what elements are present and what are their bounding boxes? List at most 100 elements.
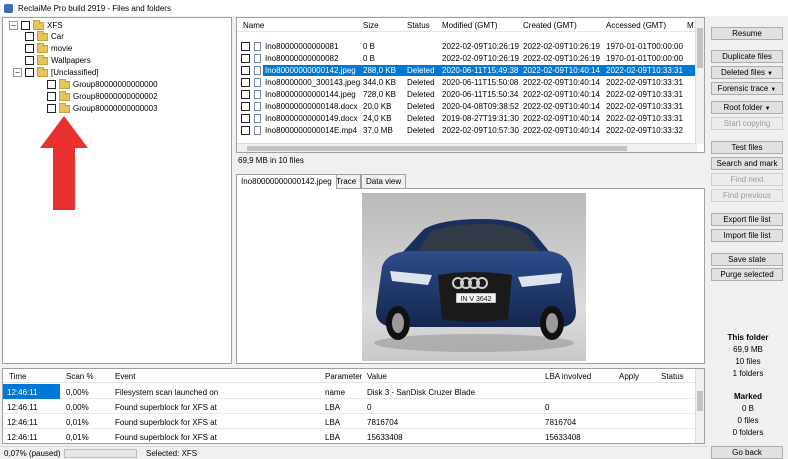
tree-node-car[interactable]: Car	[25, 30, 64, 42]
scroll-thumb[interactable]	[697, 391, 703, 411]
scroll-thumb[interactable]	[247, 146, 627, 151]
tab-data-view[interactable]: Data view	[361, 174, 407, 188]
column-header-m[interactable]: M	[687, 21, 694, 30]
forensic-trace-dropdown[interactable]: Forensic trace ▼	[711, 82, 783, 95]
license-plate: IN V 3642	[460, 296, 491, 303]
tree-checkbox[interactable]	[25, 68, 34, 77]
tree-checkbox[interactable]	[21, 21, 30, 30]
row-checkbox[interactable]	[241, 42, 250, 51]
row-checkbox[interactable]	[241, 126, 250, 135]
tree-node-group-3[interactable]: Group80000000000003	[47, 102, 158, 114]
test-files-button[interactable]: Test files	[711, 141, 783, 154]
tree-node-group-0[interactable]: Group80000000000000	[47, 78, 158, 90]
find-previous-button[interactable]: Find previous	[711, 189, 783, 202]
tree-node-label: movie	[51, 44, 73, 53]
tree-checkbox[interactable]	[25, 44, 34, 53]
tree-node-root[interactable]: − XFS	[9, 19, 63, 31]
log-row[interactable]: 12:46:11 0,00% Filesystem scan launched …	[3, 384, 696, 399]
file-status: Deleted	[407, 102, 435, 111]
row-checkbox[interactable]	[241, 54, 250, 63]
file-status: Deleted	[407, 66, 435, 75]
log-row[interactable]: 12:46:11 0,01% Found superblock for XFS …	[3, 429, 696, 443]
tree-node-wallpapers[interactable]: Wallpapers	[25, 54, 91, 66]
log-column-lba[interactable]: LBA involved	[545, 372, 591, 381]
forensic-trace-label: Forensic trace	[717, 84, 769, 93]
file-modified: 2020-06-11T15:50:34	[442, 90, 519, 99]
file-list-horizontal-scrollbar[interactable]	[237, 143, 697, 152]
folder-tree[interactable]: − XFS Car movie Wallpapers − [Unclassifi…	[2, 17, 232, 364]
log-column-value[interactable]: Value	[367, 372, 387, 381]
preview-pane: IN V 3642	[236, 188, 705, 364]
find-next-button[interactable]: Find next	[711, 173, 783, 186]
tree-checkbox[interactable]	[47, 92, 56, 101]
file-row[interactable]: Ino80000000000082 0 B 2022-02-09T10:26:1…	[237, 53, 697, 64]
tab-file-preview[interactable]: Ino80000000000142.jpeg	[236, 174, 337, 189]
deleted-files-dropdown[interactable]: Deleted files ▼	[711, 66, 783, 79]
log-value: 7816704	[367, 418, 399, 427]
row-checkbox[interactable]	[241, 102, 250, 111]
tree-node-label: Group80000000000003	[73, 104, 158, 113]
file-list-summary: 69,9 MB in 10 files	[238, 156, 304, 165]
log-column-scan[interactable]: Scan %	[66, 372, 94, 381]
import-file-list-button[interactable]: Import file list	[711, 229, 783, 242]
file-row[interactable]: Ino80000000000144.jpeg 728,0 KB Deleted …	[237, 89, 697, 100]
tree-node-movie[interactable]: movie	[25, 42, 73, 54]
tree-checkbox[interactable]	[47, 80, 56, 89]
file-row[interactable]: Ino80000000_300143.jpeg 344,0 KB Deleted…	[237, 77, 697, 88]
tree-checkbox[interactable]	[25, 56, 34, 65]
column-header-created[interactable]: Created (GMT)	[523, 21, 577, 30]
log-row[interactable]: 12:46:11 0,00% Found superblock for XFS …	[3, 399, 696, 414]
column-header-accessed[interactable]: Accessed (GMT)	[606, 21, 666, 30]
log-column-apply[interactable]: Apply	[619, 372, 639, 381]
scroll-thumb[interactable]	[697, 28, 703, 68]
root-folder-label: Root folder	[723, 103, 763, 112]
car-photo: IN V 3642	[362, 193, 586, 361]
column-header-modified[interactable]: Modified (GMT)	[442, 21, 498, 30]
event-log[interactable]: Time Scan % Event Parameter Value LBA in…	[2, 368, 705, 444]
log-column-parameter[interactable]: Parameter	[325, 372, 362, 381]
row-checkbox[interactable]	[241, 114, 250, 123]
search-and-mark-button[interactable]: Search and mark	[711, 157, 783, 170]
file-row-selected[interactable]: Ino80000000000142.jpeg 288,0 KB Deleted …	[237, 65, 697, 76]
column-header-size[interactable]: Size	[363, 21, 379, 30]
file-accessed: 1970-01-01T00:00:00	[606, 42, 683, 51]
file-row[interactable]: Ino80000000000148.docx 20,0 KB Deleted 2…	[237, 101, 697, 112]
log-column-event[interactable]: Event	[115, 372, 135, 381]
save-state-button[interactable]: Save state	[711, 253, 783, 266]
action-panel: Resume Duplicate files Deleted files ▼ Fo…	[708, 17, 788, 459]
collapse-icon[interactable]: −	[13, 68, 22, 77]
tree-node-group-2[interactable]: Group80000000000002	[47, 90, 158, 102]
start-copying-button[interactable]: Start copying	[711, 117, 783, 130]
log-event: Filesystem scan launched on	[115, 388, 219, 397]
log-row[interactable]: 12:46:11 0,01% Found superblock for XFS …	[3, 414, 696, 429]
collapse-icon[interactable]: −	[9, 21, 18, 30]
column-header-status[interactable]: Status	[407, 21, 430, 30]
file-name: Ino80000000000142.jpeg	[265, 66, 356, 75]
scan-progress-text: 0,07% (paused)	[4, 449, 61, 458]
file-row[interactable]: Ino80000000000149.docx 24,0 KB Deleted 2…	[237, 113, 697, 124]
log-parameter: LBA	[325, 418, 341, 427]
log-column-status[interactable]: Status	[661, 372, 684, 381]
file-list[interactable]: Name Size Status Modified (GMT) Created …	[236, 17, 705, 153]
row-checkbox[interactable]	[241, 66, 250, 75]
log-column-time[interactable]: Time	[9, 372, 26, 381]
tree-checkbox[interactable]	[25, 32, 34, 41]
root-folder-dropdown[interactable]: Root folder ▼	[711, 101, 783, 114]
tree-checkbox[interactable]	[47, 104, 56, 113]
resume-button[interactable]: Resume	[711, 27, 783, 40]
file-row[interactable]: Ino8000000000014E.mp4 37,0 MB Deleted 20…	[237, 125, 697, 136]
row-checkbox[interactable]	[241, 78, 250, 87]
tree-node-unclassified[interactable]: − [Unclassified]	[13, 66, 99, 78]
file-row[interactable]: Ino80000000000081 0 B 2022-02-09T10:26:1…	[237, 41, 697, 52]
row-checkbox[interactable]	[241, 90, 250, 99]
file-accessed: 2022-02-09T10:33:31	[606, 78, 683, 87]
go-back-button[interactable]: Go back	[711, 446, 783, 459]
export-file-list-button[interactable]: Export file list	[711, 213, 783, 226]
tree-node-label: [Unclassified]	[51, 68, 99, 77]
duplicate-files-button[interactable]: Duplicate files	[711, 50, 783, 63]
column-header-name[interactable]: Name	[243, 21, 264, 30]
log-vertical-scrollbar[interactable]	[695, 369, 704, 443]
file-list-vertical-scrollbar[interactable]	[695, 18, 704, 144]
purge-selected-button[interactable]: Purge selected	[711, 268, 783, 281]
document-file-icon	[254, 102, 261, 111]
